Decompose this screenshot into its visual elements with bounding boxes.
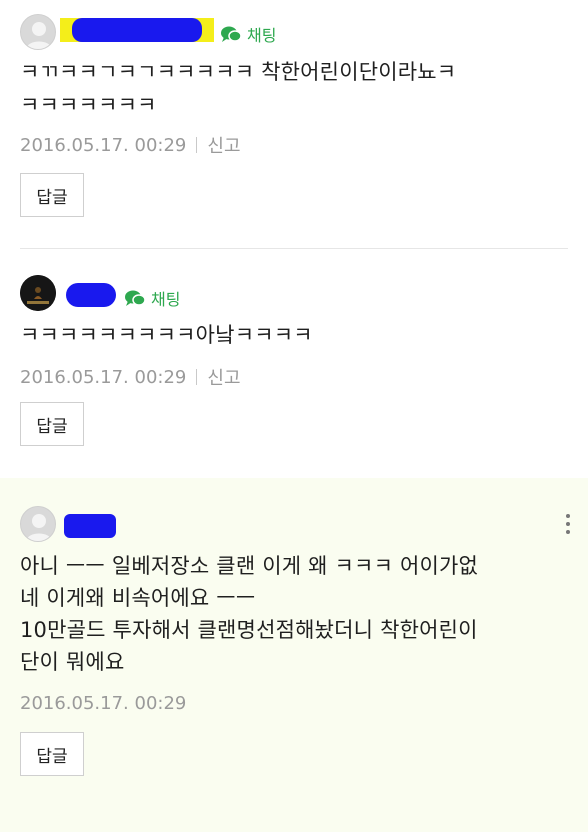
chat-link[interactable]: 채팅 <box>220 22 276 46</box>
comment-meta: 2016.05.17. 00:29 신고 <box>20 132 241 158</box>
comment-date: 2016.05.17. 00:29 <box>20 366 187 388</box>
reply-button[interactable]: 답글 <box>20 173 84 217</box>
chat-label: 채팅 <box>247 26 277 45</box>
comment-item: 채팅 ㅋㅋㅋㅋㅋㅋㅋㅋㅋ아낰ㅋㅋㅋㅋ 2016.05.17. 00:29 신고 … <box>0 249 588 478</box>
comment-date: 2016.05.17. 00:29 <box>20 134 187 156</box>
reply-button[interactable]: 답글 <box>20 402 84 446</box>
report-link[interactable]: 신고 <box>207 364 240 390</box>
chat-label: 채팅 <box>151 290 181 309</box>
comment-date: 2016.05.17. 00:29 <box>20 693 187 714</box>
chat-bubble-icon <box>125 290 146 306</box>
report-link[interactable]: 신고 <box>207 132 240 158</box>
comment-body: ㅋㄲㅋㅋㄱㅋㄱㅋㅋㅋㅋㅋ 착한어린이단이라뇨ㅋ ㅋㅋㅋㅋㅋㅋㅋ <box>20 60 457 117</box>
comment-body: ㅋㅋㅋㅋㅋㅋㅋㅋㅋ아낰ㅋㅋㅋㅋ <box>20 323 313 347</box>
meta-divider <box>196 137 198 153</box>
chat-link[interactable]: 채팅 <box>124 286 180 310</box>
comment-meta: 2016.05.17. 00:29 <box>20 693 186 714</box>
nickname-redacted[interactable] <box>66 283 118 307</box>
meta-divider <box>196 369 198 385</box>
nickname-redacted[interactable] <box>60 18 214 42</box>
comment-item: 채팅 ㅋㄲㅋㅋㄱㅋㄱㅋㅋㅋㅋㅋ 착한어린이단이라뇨ㅋ ㅋㅋㅋㅋㅋㅋㅋ 2016.… <box>0 0 588 248</box>
comment-body: 아니 ㅡㅡ 일베저장소 클랜 이게 왜 ㅋㅋㅋ 어이가없 네 이게왜 비속어에요… <box>20 554 479 674</box>
reply-button[interactable]: 답글 <box>20 732 84 776</box>
comment-item-highlighted: 아니 ㅡㅡ 일베저장소 클랜 이게 왜 ㅋㅋㅋ 어이가없 네 이게왜 비속어에요… <box>0 478 588 832</box>
comment-meta: 2016.05.17. 00:29 신고 <box>20 364 241 390</box>
profile-avatar[interactable] <box>20 275 56 311</box>
default-avatar-icon[interactable] <box>20 506 56 542</box>
more-vertical-icon[interactable] <box>564 514 572 538</box>
chat-bubble-icon <box>221 26 242 42</box>
nickname-redacted[interactable] <box>64 514 118 538</box>
default-avatar-icon[interactable] <box>20 14 56 50</box>
